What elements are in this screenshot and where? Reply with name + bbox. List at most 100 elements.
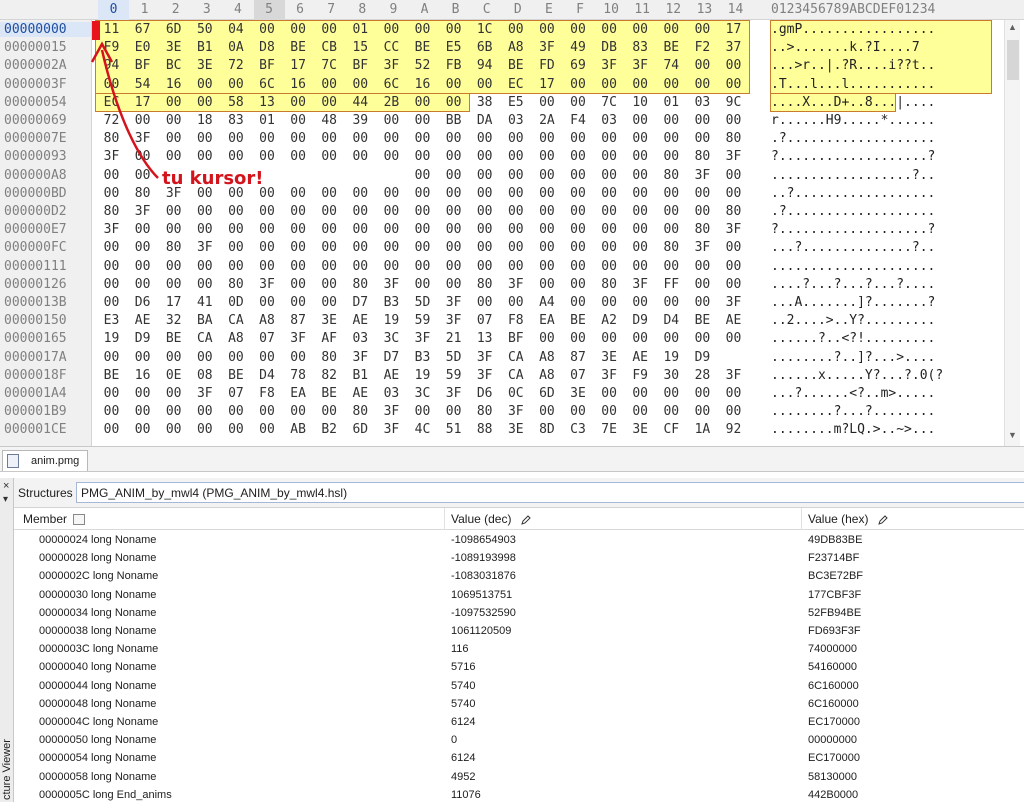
hex-byte[interactable]: 17 [283,58,314,73]
hex-byte[interactable]: 5D [407,295,438,310]
hex-byte[interactable]: BF [500,331,531,346]
hex-byte[interactable]: 80 [345,404,376,419]
hex-byte[interactable]: 00 [594,149,625,164]
hex-byte[interactable]: 00 [220,259,251,274]
dec-value-cell[interactable]: 0 [451,734,457,746]
hex-byte[interactable]: AE [625,350,656,365]
hex-byte[interactable]: 00 [158,149,189,164]
hex-byte[interactable]: 3F [500,277,531,292]
hex-byte[interactable]: 00 [376,204,407,219]
hex-byte[interactable]: B1 [345,368,376,383]
hex-byte[interactable]: 0A [220,40,251,55]
structure-row[interactable]: 00000028 long Noname -1089193998 F23714BF [14,549,1024,567]
hex-byte[interactable]: 3F [376,277,407,292]
dec-column-header[interactable]: Value (dec) [451,512,531,526]
hex-byte[interactable]: 00 [531,240,562,255]
hex-byte[interactable]: 00 [314,22,345,37]
hex-byte[interactable]: 00 [625,113,656,128]
hex-byte[interactable]: 00 [718,331,749,346]
dec-value-cell[interactable]: 4952 [451,771,475,783]
hex-byte[interactable]: 0D [220,295,251,310]
column-separator[interactable] [801,508,802,530]
hex-byte[interactable]: 00 [687,277,718,292]
ascii-row[interactable]: ......x.....Y?...?.0(? [771,368,943,383]
ascii-row[interactable]: r......H9.....*...... [771,113,935,128]
hex-byte[interactable]: 80 [656,168,687,183]
hex-byte[interactable]: D8 [252,40,283,55]
hex-byte[interactable]: 16 [283,77,314,92]
hex-byte[interactable]: 03 [376,386,407,401]
hex-byte[interactable]: 00 [438,22,469,37]
hex-byte[interactable]: 00 [283,186,314,201]
hex-byte[interactable]: 00 [656,186,687,201]
hex-byte[interactable]: 13 [469,331,500,346]
hex-byte[interactable]: 00 [438,240,469,255]
hex-byte[interactable]: 3F [500,404,531,419]
hex-byte[interactable]: 00 [563,277,594,292]
hex-byte[interactable]: BE [687,313,718,328]
hex-byte[interactable]: 44 [345,95,376,110]
hex-byte[interactable]: 00 [687,58,718,73]
hex-byte[interactable]: 00 [283,113,314,128]
hex-byte[interactable]: 10 [625,95,656,110]
hex-byte[interactable]: D9 [687,350,718,365]
hex-byte[interactable]: 3E [625,422,656,437]
ascii-row[interactable]: ...>r..|.?R....i??t.. [771,58,935,73]
hex-byte[interactable]: 00 [594,295,625,310]
structure-row[interactable]: 0000005C long End_anims 11076 442B0000 [14,786,1024,802]
hex-byte[interactable]: 72 [96,113,127,128]
hex-byte[interactable]: 00 [252,222,283,237]
hex-byte[interactable]: 82 [314,368,345,383]
hex-byte[interactable]: 18 [189,113,220,128]
structure-row[interactable]: 0000004C long Noname 6124 EC170000 [14,713,1024,731]
hex-byte[interactable]: AE [345,386,376,401]
file-tab-anim[interactable]: anim.pmg [2,450,88,471]
hex-byte[interactable]: 00 [625,331,656,346]
ascii-row[interactable]: ........?..]?...>.... [771,350,935,365]
hex-byte[interactable]: F8 [500,313,531,328]
hex-byte[interactable]: 00 [625,222,656,237]
member-column-header[interactable]: Member [23,512,86,526]
hex-byte[interactable]: 00 [531,168,562,183]
hex-byte[interactable]: 00 [189,149,220,164]
hex-byte[interactable]: 59 [438,368,469,383]
hex-byte[interactable]: 00 [625,259,656,274]
hex-byte[interactable]: 00 [252,22,283,37]
hex-byte[interactable]: 00 [252,350,283,365]
hex-byte[interactable]: 00 [594,186,625,201]
hex-byte[interactable]: 00 [220,240,251,255]
hex-byte[interactable]: 00 [407,259,438,274]
hex-byte[interactable]: 00 [158,386,189,401]
hex-byte[interactable]: BF [252,58,283,73]
hex-byte[interactable]: 00 [656,131,687,146]
hex-byte[interactable]: 49 [563,40,594,55]
hex-byte[interactable]: 00 [469,259,500,274]
dec-value-cell[interactable]: -1089193998 [451,552,516,564]
hex-value-cell[interactable]: BC3E72BF [808,570,863,582]
structure-row[interactable]: 00000034 long Noname -1097532590 52FB94BE [14,604,1024,622]
hex-byte[interactable]: 00 [687,186,718,201]
hex-byte[interactable]: 6D [531,386,562,401]
hex-byte[interactable]: 00 [314,259,345,274]
hex-byte[interactable]: 00 [469,295,500,310]
hex-byte[interactable]: 01 [345,22,376,37]
hex-byte[interactable]: 8D [531,422,562,437]
hex-byte[interactable]: 04 [220,22,251,37]
hex-byte[interactable]: 3F [687,168,718,183]
hex-byte[interactable]: 00 [594,240,625,255]
hex-byte[interactable]: 3F [718,222,749,237]
scroll-thumb[interactable] [1007,40,1019,80]
hex-byte[interactable]: 00 [407,186,438,201]
hex-byte[interactable]: 00 [687,259,718,274]
hex-byte[interactable]: 00 [252,131,283,146]
hex-byte[interactable]: 00 [625,204,656,219]
hex-byte[interactable]: 87 [283,313,314,328]
hex-byte[interactable]: 00 [531,277,562,292]
hex-byte[interactable]: 00 [345,259,376,274]
hex-byte[interactable]: 00 [438,404,469,419]
hex-byte[interactable]: 80 [127,186,158,201]
hex-byte[interactable]: CA [189,331,220,346]
hex-byte[interactable]: 00 [438,204,469,219]
hex-byte[interactable]: 00 [158,259,189,274]
hex-byte[interactable]: AE [718,313,749,328]
